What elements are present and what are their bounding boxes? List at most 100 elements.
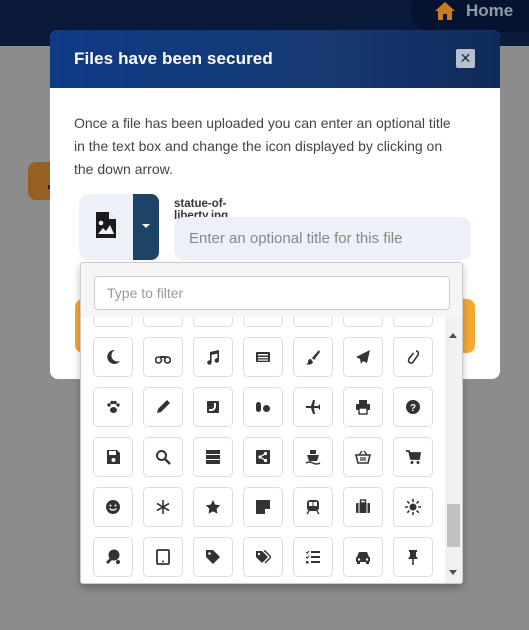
sun-icon (405, 499, 421, 515)
paper-plane-icon (356, 350, 370, 364)
moon-icon (107, 349, 120, 364)
save-icon (107, 450, 120, 464)
icon-option[interactable] (243, 537, 283, 577)
icon-option[interactable] (393, 317, 433, 327)
icon-option[interactable] (143, 487, 183, 527)
icon-option[interactable] (193, 537, 233, 577)
taxi-icon (356, 552, 370, 564)
close-button[interactable]: ✕ (456, 49, 475, 68)
modal-title: Files have been secured (74, 49, 273, 68)
shopping-basket-icon (355, 450, 371, 464)
sticky-note-icon (256, 500, 270, 514)
scroll-down-arrow[interactable] (449, 570, 457, 575)
icon-option[interactable] (393, 487, 433, 527)
thumbtack-icon (408, 550, 418, 565)
newspaper-icon (256, 352, 270, 362)
icon-option[interactable] (343, 537, 383, 577)
icon-option[interactable] (93, 487, 133, 527)
icon-option[interactable] (343, 337, 383, 377)
home-icon (435, 2, 455, 20)
paperclip-icon (407, 350, 420, 364)
icon-option[interactable] (193, 437, 233, 477)
icon-option[interactable] (343, 317, 383, 327)
paint-brush-icon (306, 350, 320, 365)
icon-option[interactable] (193, 317, 233, 327)
table-tennis-icon (106, 549, 120, 564)
icon-option[interactable] (93, 337, 133, 377)
scroll-up-arrow[interactable] (449, 333, 457, 338)
icon-option[interactable] (243, 317, 283, 327)
tablet-icon (156, 549, 170, 565)
picker-scrollbar[interactable] (445, 317, 462, 583)
icon-option[interactable] (243, 387, 283, 427)
pencil-icon (157, 400, 170, 413)
picker-header (81, 263, 462, 317)
motorcycle-icon (155, 356, 171, 364)
icon-option[interactable] (393, 437, 433, 477)
paw-icon (107, 400, 120, 413)
icon-option[interactable] (343, 487, 383, 527)
icon-picker-dropdown: ? (80, 262, 463, 584)
icon-grid: ? (93, 317, 433, 577)
phone-square-icon (207, 401, 219, 413)
plane-icon (306, 400, 320, 414)
icon-option[interactable] (293, 437, 333, 477)
home-link[interactable]: Home (410, 0, 529, 32)
icon-option[interactable] (93, 537, 133, 577)
icon-option[interactable] (93, 437, 133, 477)
file-title-input[interactable] (174, 217, 471, 260)
modal-body: Once a file has been uploaded you can en… (50, 88, 500, 205)
icon-option[interactable] (293, 387, 333, 427)
close-icon: ✕ (459, 50, 472, 67)
ship-icon (305, 450, 321, 465)
svg-text:?: ? (410, 403, 416, 414)
star-icon (205, 500, 221, 514)
icon-option[interactable] (143, 387, 183, 427)
home-label: Home (466, 1, 514, 20)
icon-option[interactable] (93, 387, 133, 427)
icon-option[interactable] (293, 537, 333, 577)
icon-option[interactable] (243, 487, 283, 527)
caret-down-icon (142, 224, 150, 228)
icon-option[interactable] (143, 537, 183, 577)
icon-option[interactable] (93, 317, 133, 327)
suitcase-icon (356, 499, 370, 513)
icon-option[interactable] (393, 537, 433, 577)
tag-icon (206, 550, 220, 564)
icon-option[interactable] (143, 337, 183, 377)
server-icon (206, 450, 220, 464)
icon-filter-input[interactable] (94, 276, 450, 310)
icon-option[interactable]: ? (393, 387, 433, 427)
print-icon (356, 400, 370, 415)
file-image-icon (96, 212, 116, 238)
snowflake-icon (156, 500, 170, 514)
tasks-icon (305, 550, 320, 564)
icon-option[interactable] (193, 337, 233, 377)
shopping-cart-icon (406, 450, 421, 464)
scroll-thumb[interactable] (447, 504, 460, 547)
icon-option[interactable] (343, 387, 383, 427)
icon-option[interactable] (343, 437, 383, 477)
icon-option[interactable] (293, 487, 333, 527)
icon-option[interactable] (143, 437, 183, 477)
icon-option[interactable] (293, 317, 333, 327)
icon-option[interactable] (293, 337, 333, 377)
search-icon (156, 450, 171, 465)
icon-option[interactable] (193, 387, 233, 427)
modal-header: Files have been secured ✕ (50, 30, 500, 88)
tags-icon (256, 550, 271, 564)
icon-option[interactable] (193, 487, 233, 527)
icon-option[interactable] (143, 317, 183, 327)
icon-option[interactable] (243, 437, 283, 477)
icon-option[interactable] (243, 337, 283, 377)
pills-icon (256, 402, 270, 412)
icon-option[interactable] (393, 337, 433, 377)
question-circle-icon: ? (406, 400, 420, 414)
instructions-text: Once a file has been uploaded you can en… (74, 115, 451, 177)
icon-grid-viewport: ? (81, 317, 445, 583)
share-square-icon (256, 450, 270, 464)
music-icon (207, 350, 220, 365)
icon-dropdown-toggle[interactable] (133, 194, 159, 260)
subway-icon (306, 500, 320, 515)
smile-icon (106, 500, 120, 514)
